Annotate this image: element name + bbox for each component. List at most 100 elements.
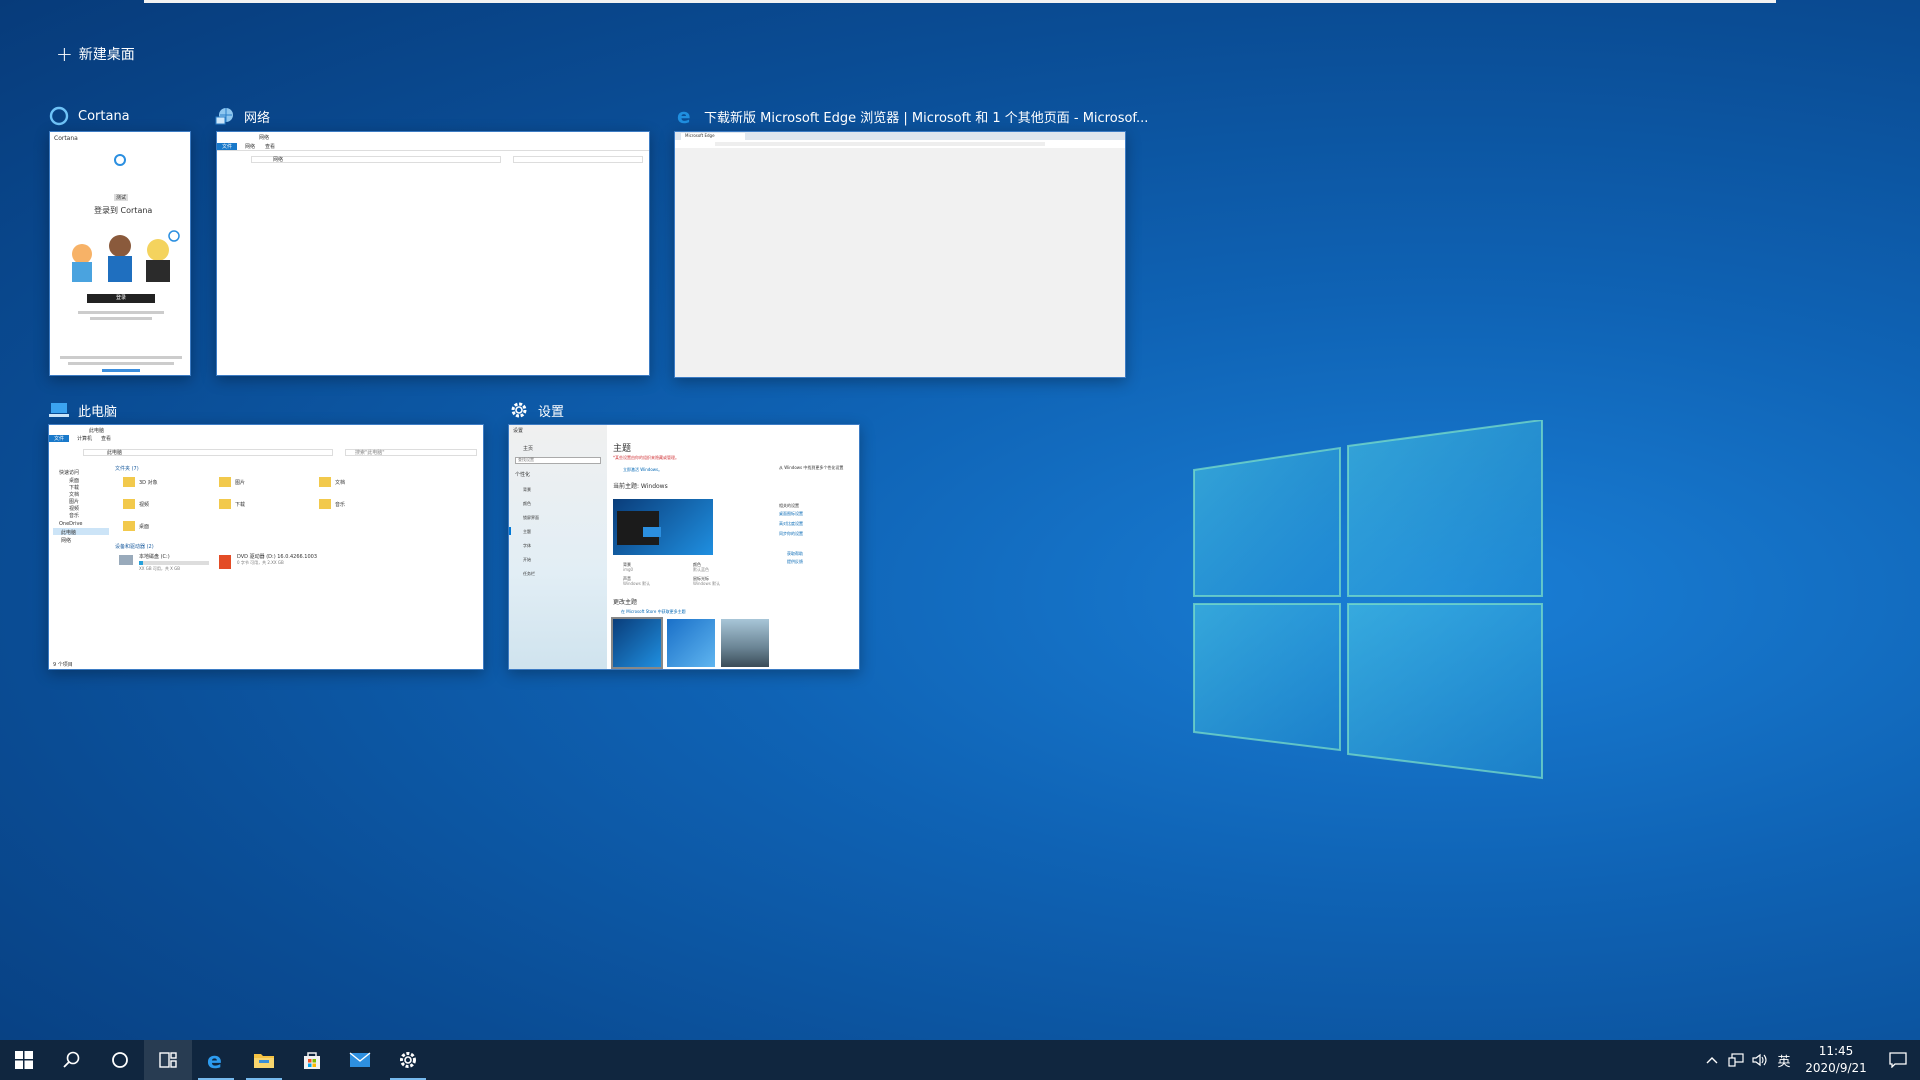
cortana-ring-icon [48, 105, 70, 127]
folders-header: 文件夹 (7) [115, 466, 139, 472]
related-link[interactable]: 同步你的设置 [779, 531, 803, 537]
network-status-button[interactable] [1724, 1040, 1748, 1080]
theme-thumb[interactable] [667, 619, 715, 667]
ribbon-tab-network[interactable]: 网络 [245, 143, 255, 150]
folder-item[interactable]: 视频 [139, 501, 149, 508]
window-card-settings[interactable]: 设置 设置 主页 查找设置 个性化 背景 颜色 锁屏界面 主题 字体 开始 任务… [508, 398, 860, 670]
edge-button[interactable]: e [192, 1040, 240, 1080]
help-link[interactable]: 获取帮助 [787, 551, 803, 557]
window-card-header: Cortana [48, 104, 130, 128]
start-button[interactable] [0, 1040, 48, 1080]
nav-item[interactable]: 桌面 [69, 477, 79, 484]
ribbon-tab-file[interactable]: 文件 [222, 143, 232, 150]
nav-item[interactable]: 下载 [69, 484, 79, 491]
nav-item[interactable]: 视频 [69, 505, 79, 512]
nav-item[interactable]: 开始 [523, 557, 531, 563]
window-card-network[interactable]: 网络 网络 文件 网络 查看 网络 [214, 104, 652, 376]
address-bar[interactable]: 此电脑 [107, 449, 122, 456]
window-card-this-pc[interactable]: 此电脑 此电脑 文件 计算机 查看 此电脑 搜索"此电脑" 快速访问 桌面 下载… [48, 398, 486, 670]
people-illustration [72, 230, 180, 282]
home-link[interactable]: 主页 [523, 445, 533, 452]
search-button[interactable] [48, 1040, 96, 1080]
nav-item[interactable]: 图片 [69, 498, 79, 505]
ribbon-tab-view[interactable]: 查看 [101, 435, 111, 442]
cortana-button[interactable] [96, 1040, 144, 1080]
search-input[interactable]: 搜索"此电脑" [355, 449, 385, 456]
window-thumbnail[interactable]: 此电脑 文件 计算机 查看 此电脑 搜索"此电脑" 快速访问 桌面 下载 文档 … [48, 424, 484, 670]
cortana-ring-icon [114, 154, 126, 166]
nav-item[interactable]: OneDrive [59, 521, 83, 527]
folder-item[interactable]: 3D 对象 [139, 479, 158, 486]
network-icon [214, 105, 236, 127]
window-card-header: 网络 [214, 104, 270, 128]
theme-thumb[interactable] [611, 617, 663, 669]
window-thumbnail[interactable]: Cortana 测试 登录到 Cortana 登录 [49, 131, 191, 376]
folder-item[interactable]: 图片 [235, 479, 245, 486]
task-view-desktop: + 新建桌面 Cortana Cortana 测试 登录到 Cortana 登录… [0, 0, 1920, 1080]
store-button[interactable] [288, 1040, 336, 1080]
window-card-title: 下载新版 Microsoft Edge 浏览器 | Microsoft 和 1 … [704, 110, 1149, 126]
nav-item[interactable]: 任务栏 [523, 571, 535, 577]
folder-item[interactable]: 桌面 [139, 523, 149, 530]
svg-text:e: e [207, 1049, 222, 1071]
activate-link[interactable]: 立即激活 Windows。 [623, 467, 662, 473]
ribbon-tab-file[interactable]: 文件 [54, 435, 64, 442]
system-tray: 英 11:45 2020/9/21 [1700, 1040, 1920, 1080]
new-desktop-button[interactable]: + 新建桌面 [56, 42, 135, 66]
folder-item[interactable]: 音乐 [335, 501, 345, 508]
address-bar[interactable]: 网络 [273, 156, 283, 163]
task-view-button[interactable] [144, 1040, 192, 1080]
mail-button[interactable] [336, 1040, 384, 1080]
search-input[interactable]: 查找设置 [518, 457, 534, 463]
signin-button[interactable]: 登录 [87, 294, 155, 303]
ribbon-tab-computer[interactable]: 计算机 [77, 435, 92, 442]
file-explorer-button[interactable] [240, 1040, 288, 1080]
nav-item[interactable]: 文档 [69, 491, 79, 498]
nav-item[interactable]: 主题 [523, 529, 531, 535]
theme-thumb[interactable] [721, 619, 769, 667]
window-card-header: 设置 [508, 398, 564, 422]
window-card-title: 此电脑 [78, 404, 118, 420]
related-link[interactable]: 高对比度设置 [779, 521, 803, 527]
store-link[interactable]: 在 Microsoft Store 中获取更多主题 [621, 609, 686, 615]
related-link[interactable]: 桌面图标设置 [779, 511, 803, 517]
feedback-link[interactable]: 提供反馈 [787, 559, 803, 565]
nav-item[interactable]: 背景 [523, 487, 531, 493]
this-pc-icon [48, 399, 70, 421]
nav-item[interactable]: 颜色 [523, 501, 531, 507]
clock[interactable]: 11:45 2020/9/21 [1796, 1043, 1876, 1077]
nav-item[interactable]: 网络 [61, 537, 71, 544]
drive-item[interactable]: DVD 驱动器 (D:) 16.0.4266.1003 [237, 553, 317, 560]
folder-item[interactable]: 文档 [335, 479, 345, 486]
devices-header: 设备和驱动器 (2) [115, 544, 154, 550]
drive-detail: 0 字节 可用，共 2.XX GB [237, 560, 284, 565]
cortana-ring-icon [112, 1052, 128, 1068]
nav-item[interactable]: 锁屏界面 [523, 515, 539, 521]
plus-icon: + [56, 42, 73, 66]
window-thumbnail[interactable]: 设置 主页 查找设置 个性化 背景 颜色 锁屏界面 主题 字体 开始 任务栏 主… [508, 424, 860, 670]
drive-item[interactable]: 本地磁盘 (C:) [139, 553, 170, 560]
related-title: 相关的设置 [779, 503, 799, 508]
volume-button[interactable] [1748, 1040, 1772, 1080]
action-center-button[interactable] [1876, 1040, 1920, 1080]
windows-wallpaper-logo [1193, 420, 1543, 780]
window-thumbnail[interactable]: 网络 文件 网络 查看 网络 [216, 131, 650, 376]
nav-item[interactable]: 此电脑 [61, 529, 76, 536]
folder-icon [254, 1054, 274, 1068]
ribbon-tab-view[interactable]: 查看 [265, 143, 275, 150]
window-card-cortana[interactable]: Cortana Cortana 测试 登录到 Cortana 登录 [48, 104, 192, 376]
input-method-button[interactable]: 英 [1772, 1040, 1796, 1080]
window-card-edge[interactable]: e 下载新版 Microsoft Edge 浏览器 | Microsoft 和 … [674, 104, 1148, 378]
nav-item[interactable]: 字体 [523, 543, 531, 549]
window-thumbnail[interactable]: Microsoft Edge [674, 131, 1126, 378]
show-hidden-icons-button[interactable] [1700, 1040, 1724, 1080]
nav-item[interactable]: 音乐 [69, 512, 79, 519]
folder-item[interactable]: 下载 [235, 501, 245, 508]
nav-item[interactable]: 快速访问 [59, 469, 79, 476]
clock-date: 2020/9/21 [1805, 1061, 1867, 1075]
theme-option-value: img0 [623, 567, 634, 572]
settings-button[interactable] [384, 1040, 432, 1080]
taskbar: e 英 11:45 2020/9/21 [0, 1040, 1920, 1080]
timeline-scrollbar[interactable] [144, 0, 1776, 3]
browser-tab[interactable]: Microsoft Edge [685, 133, 715, 138]
